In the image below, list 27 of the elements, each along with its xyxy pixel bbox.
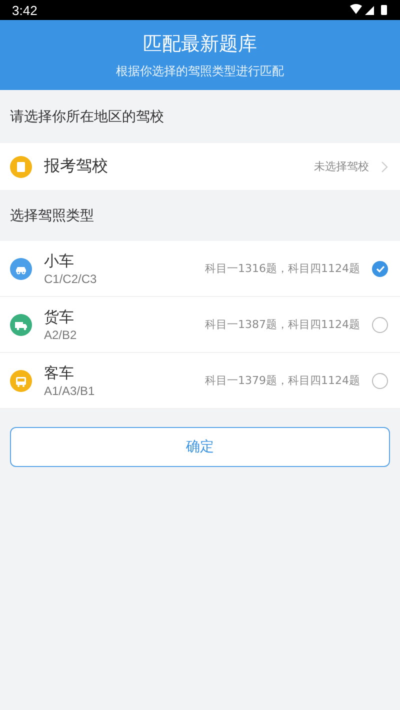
question-counts: 科目一1316题，科目四1124题 [205,261,360,276]
document-icon [10,156,32,178]
license-codes: A2/B2 [44,328,78,342]
license-codes: C1/C2/C3 [44,272,98,286]
license-name: 货车 [44,308,75,326]
school-value: 未选择驾校 [314,159,369,174]
radio-button[interactable] [372,260,388,276]
question-counts: 科目一1387题，科目四1124题 [205,317,360,332]
question-counts: 科目一1379题，科目四1124题 [205,373,360,388]
radio-button[interactable] [372,372,388,388]
license-option[interactable]: 货车 A2/B2 科目一1387题，科目四1124题 [0,297,400,353]
page-subtitle: 根据你选择的驾照类型进行匹配 [116,62,284,80]
status-time: 3:42 [12,2,38,18]
license-option[interactable]: 客车 A1/A3/B1 科目一1379题，科目四1124题 [0,353,400,409]
license-name: 小车 [44,252,75,270]
section-label: 请选择你所在地区的驾校 [9,108,165,126]
school-row[interactable]: 报考驾校 未选择驾校 [0,143,400,190]
check-icon [376,264,384,272]
license-option[interactable]: 小车 C1/C2/C3 科目一1316题，科目四1124题 [0,241,400,297]
status-icons [350,4,390,16]
license-name: 客车 [44,364,75,382]
chevron-icon [381,160,388,172]
page-title: 匹配最新题库 [143,32,257,56]
radio-button[interactable] [372,316,388,332]
section-label: 选择驾照类型 [9,206,95,226]
license-codes: A1/A3/B1 [44,384,96,398]
school-label: 报考驾校 [44,156,109,177]
